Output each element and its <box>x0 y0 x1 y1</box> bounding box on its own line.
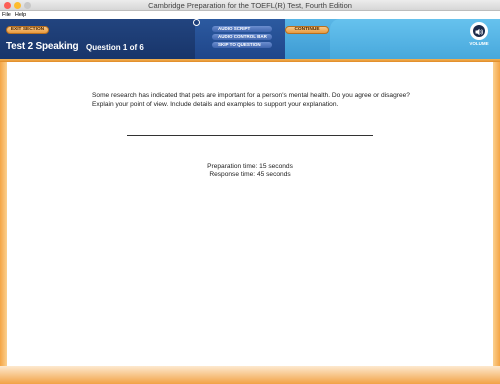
response-time: Response time: 45 seconds <box>209 171 291 178</box>
exit-section-button[interactable]: EXIT SECTION <box>6 26 49 34</box>
question-panel: Some research has indicated that pets ar… <box>7 62 493 366</box>
window-title: Cambridge Preparation for the TOEFL(R) T… <box>148 1 352 10</box>
menu-help[interactable]: Help <box>13 11 28 19</box>
menu-bar: File Help <box>0 11 500 19</box>
volume-label: VOLUME <box>469 41 489 46</box>
continue-button[interactable]: CONTINUE <box>285 26 329 34</box>
speaker-icon[interactable] <box>470 22 488 40</box>
skip-to-question-button[interactable]: SKIP TO QUESTION <box>212 42 272 48</box>
audio-script-button[interactable]: AUDIO SCRIPT <box>212 26 272 32</box>
app-header: EXIT SECTION Test 2 Speaking Question 1 … <box>0 19 500 59</box>
audio-control-bar-button[interactable]: AUDIO CONTROL BAR <box>212 34 272 40</box>
divider <box>127 135 373 136</box>
window-title-bar: Cambridge Preparation for the TOEFL(R) T… <box>0 0 500 11</box>
question-prompt: Some research has indicated that pets ar… <box>92 92 410 108</box>
section-title: Test 2 Speaking <box>6 41 79 52</box>
indicator-circle-icon <box>193 19 200 26</box>
menu-file[interactable]: File <box>0 11 13 19</box>
question-counter: Question 1 of 6 <box>86 43 144 52</box>
